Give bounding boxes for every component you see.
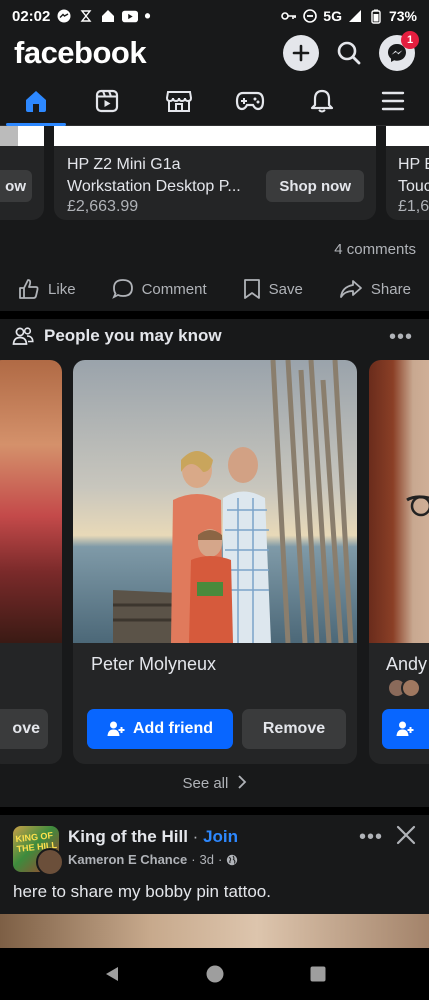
signal-icon bbox=[347, 8, 363, 24]
comment-button[interactable]: Comment bbox=[111, 278, 207, 300]
tab-notifications[interactable] bbox=[286, 76, 358, 125]
back-icon[interactable] bbox=[103, 965, 121, 983]
group-name[interactable]: King of the Hill bbox=[68, 827, 188, 846]
person-name[interactable]: Peter Molyneux bbox=[91, 654, 216, 675]
comment-icon bbox=[111, 279, 133, 299]
save-button[interactable]: Save bbox=[243, 278, 303, 300]
facebook-logo[interactable]: facebook bbox=[14, 35, 147, 71]
like-button[interactable]: Like bbox=[18, 278, 76, 300]
group-post-header: KING OF THE HILL King of the Hill · Join … bbox=[13, 826, 416, 876]
app-header: facebook 1 bbox=[0, 31, 429, 74]
globe-icon bbox=[227, 854, 238, 865]
author-name[interactable]: Kameron E Chance bbox=[68, 852, 187, 867]
see-all-link[interactable]: See all bbox=[0, 775, 429, 792]
section-divider bbox=[0, 807, 429, 815]
pymk-more-button[interactable]: ••• bbox=[389, 326, 413, 349]
network-type: 5G bbox=[323, 8, 342, 24]
bookmark-icon bbox=[243, 279, 260, 299]
product-carousel: ow HP Z2 Mini G1a Workstation Desktop P.… bbox=[0, 126, 429, 222]
post-time: 3d bbox=[199, 852, 215, 867]
system-nav-bar bbox=[0, 948, 429, 1000]
people-icon bbox=[12, 327, 34, 345]
comments-count[interactable]: 4 comments bbox=[334, 241, 416, 258]
main-nav-tabs bbox=[0, 76, 429, 126]
search-icon bbox=[337, 41, 361, 65]
post-image[interactable] bbox=[0, 914, 429, 948]
tab-gaming[interactable] bbox=[215, 76, 287, 125]
product-title-partial: HP E Touc bbox=[398, 156, 429, 195]
close-icon bbox=[396, 825, 416, 845]
messenger-button[interactable]: 1 bbox=[379, 31, 419, 71]
video-icon bbox=[96, 89, 119, 112]
vpn-key-icon bbox=[281, 8, 297, 24]
add-friend-button-partial[interactable] bbox=[382, 709, 429, 749]
pymk-title: People you may know bbox=[44, 326, 222, 345]
mutual-friends-avatars bbox=[387, 678, 421, 698]
add-friend-button[interactable]: Add friend bbox=[87, 709, 233, 749]
thumbs-up-icon bbox=[19, 279, 39, 299]
post-more-button[interactable]: ••• bbox=[359, 826, 383, 849]
gaming-icon bbox=[236, 91, 265, 110]
create-button[interactable] bbox=[283, 35, 319, 71]
join-group-button[interactable]: Join bbox=[203, 827, 238, 846]
author-avatar[interactable] bbox=[36, 848, 64, 876]
pymk-card-left[interactable]: ove bbox=[0, 360, 62, 764]
youtube-notification-icon bbox=[122, 8, 139, 24]
person-photo bbox=[73, 360, 357, 644]
marketplace-icon bbox=[165, 90, 192, 112]
share-button[interactable]: Share bbox=[339, 279, 411, 299]
person-photo bbox=[0, 360, 62, 643]
chevron-right-icon bbox=[237, 775, 246, 789]
remove-button-partial[interactable]: ove bbox=[0, 709, 48, 749]
notifications-icon bbox=[310, 89, 333, 112]
post-actions: Like Comment Save Share bbox=[0, 270, 429, 308]
status-time: 02:02 bbox=[12, 7, 51, 25]
post-text: here to share my bobby pin tattoo. bbox=[13, 882, 271, 901]
messenger-notification-icon bbox=[56, 8, 72, 24]
menu-icon bbox=[382, 91, 405, 110]
tab-menu[interactable] bbox=[358, 76, 429, 125]
tab-marketplace[interactable] bbox=[143, 76, 215, 125]
pymk-card-peter[interactable]: Peter Molyneux Add friend Remove bbox=[73, 360, 357, 764]
product-card-left[interactable]: ow bbox=[0, 126, 44, 220]
section-divider bbox=[0, 311, 429, 319]
more-notifications-dot: • bbox=[144, 5, 151, 26]
shop-now-button-partial[interactable]: ow bbox=[0, 170, 32, 202]
remove-button[interactable]: Remove bbox=[242, 709, 346, 749]
group-title-line: King of the Hill · Join bbox=[68, 827, 239, 846]
home-notification-icon bbox=[100, 8, 116, 24]
add-friend-icon bbox=[107, 721, 125, 736]
recents-icon[interactable] bbox=[310, 966, 326, 982]
post-close-button[interactable] bbox=[393, 822, 419, 848]
product-price-partial: £1,6 bbox=[398, 198, 429, 215]
status-bar: 02:02 • 5G 73% bbox=[0, 0, 429, 32]
messenger-badge: 1 bbox=[401, 31, 419, 49]
product-card-right[interactable]: HP E Touc £1,6 bbox=[386, 126, 429, 220]
person-photo bbox=[369, 360, 429, 643]
tab-video[interactable] bbox=[72, 76, 144, 125]
plus-icon bbox=[292, 44, 310, 62]
person-name-partial[interactable]: Andy bbox=[386, 654, 427, 675]
tab-home[interactable] bbox=[0, 76, 72, 126]
share-icon bbox=[340, 280, 362, 298]
app-notification-icon bbox=[78, 8, 94, 24]
do-not-disturb-icon bbox=[302, 8, 318, 24]
post-meta: Kameron E Chance · 3d · bbox=[68, 852, 238, 867]
shop-now-button[interactable]: Shop now bbox=[266, 170, 364, 202]
home-nav-icon[interactable] bbox=[206, 965, 224, 983]
pymk-card-andy[interactable]: Andy bbox=[369, 360, 429, 764]
product-title: HP Z2 Mini G1a Workstation Desktop P... bbox=[67, 156, 241, 195]
search-button[interactable] bbox=[331, 35, 367, 71]
home-icon bbox=[25, 90, 46, 112]
add-friend-icon bbox=[396, 721, 414, 736]
pymk-header: People you may know bbox=[12, 326, 222, 346]
product-price: £2,663.99 bbox=[67, 198, 139, 215]
battery-percent: 73% bbox=[388, 8, 417, 24]
product-card-main[interactable]: HP Z2 Mini G1a Workstation Desktop P... … bbox=[54, 126, 376, 220]
battery-icon bbox=[368, 8, 384, 24]
